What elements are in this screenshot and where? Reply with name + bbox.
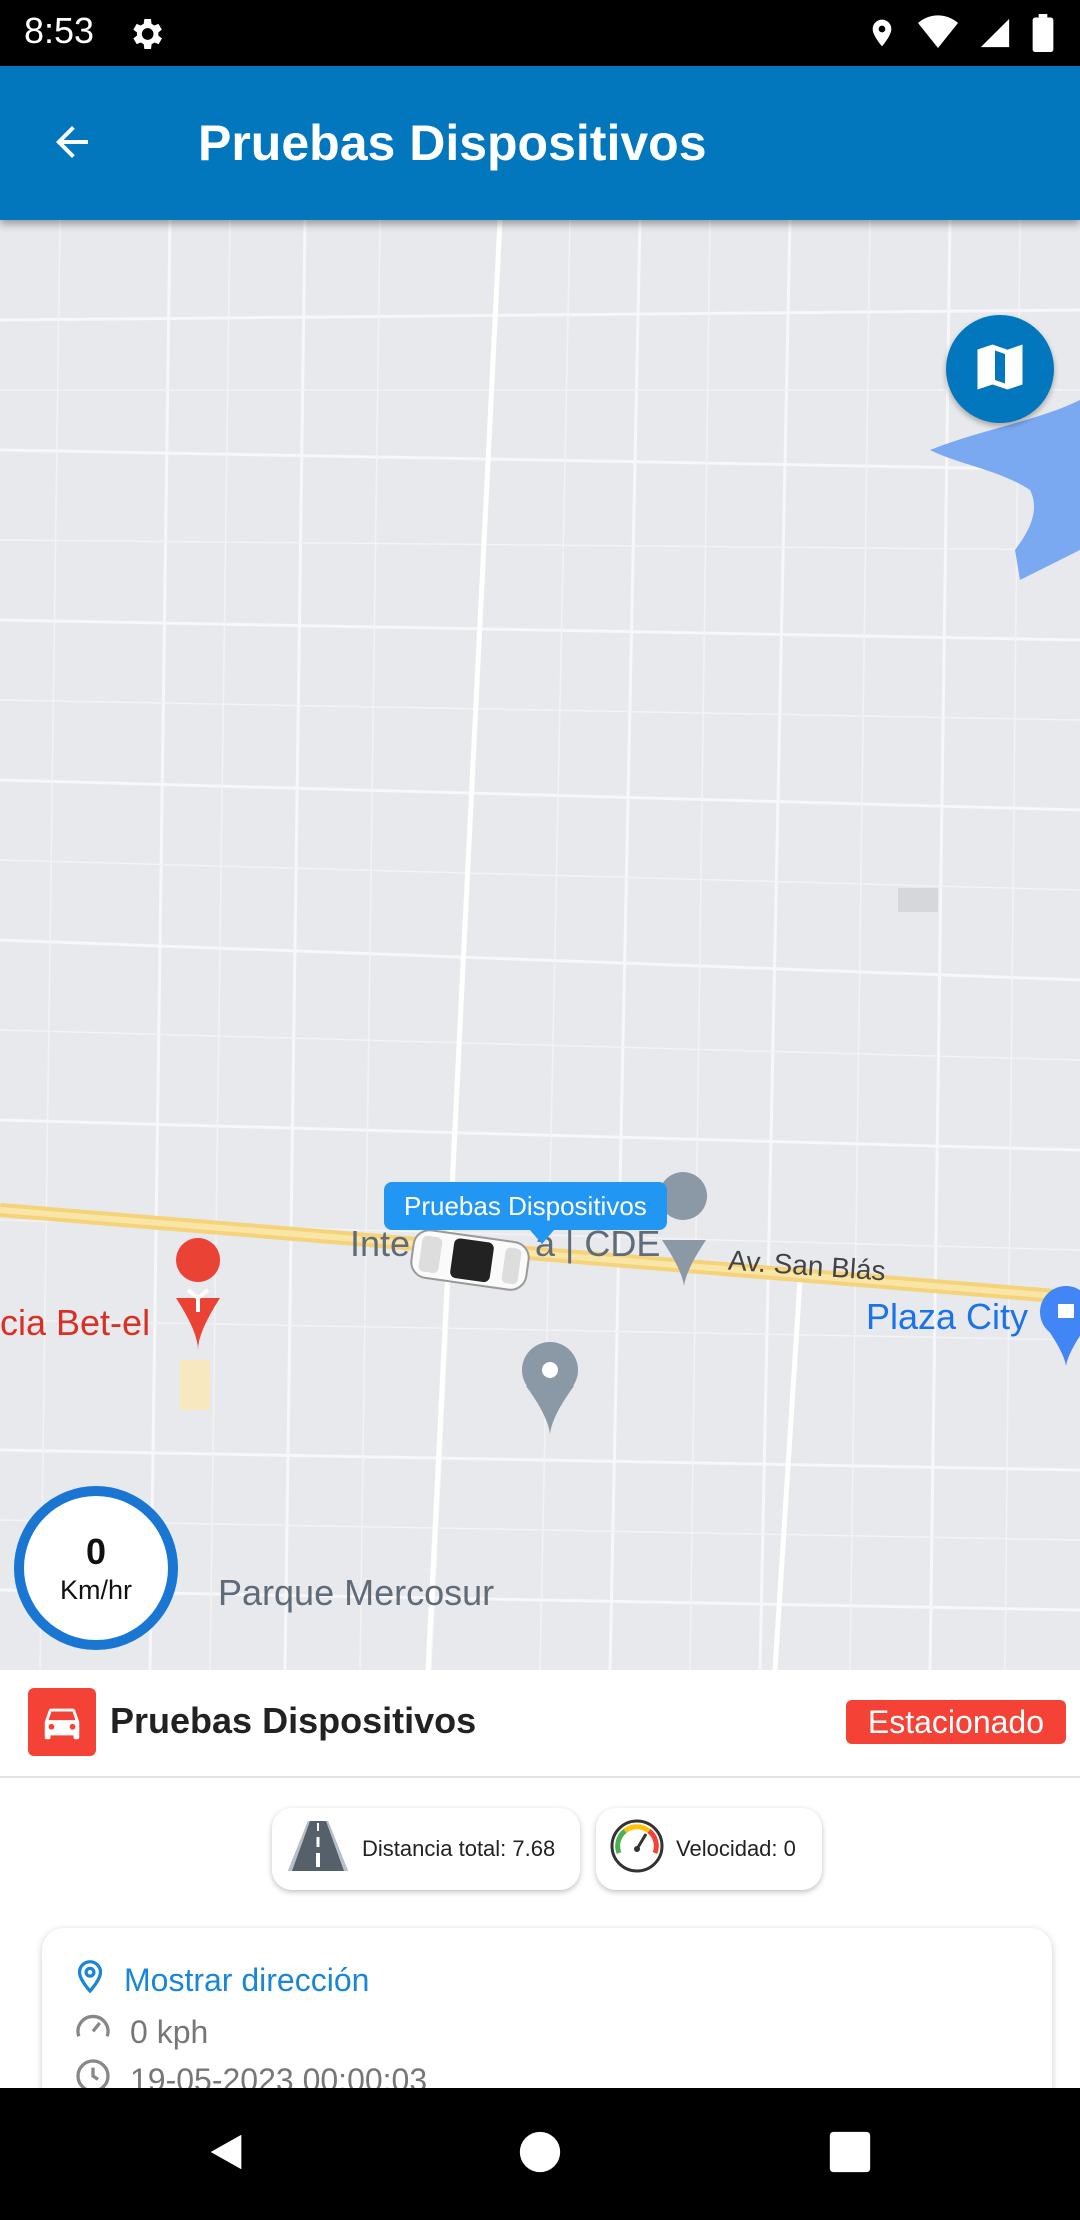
nav-back-button[interactable]	[198, 2126, 254, 2182]
battery-icon	[1032, 14, 1054, 57]
speed-row-value: 0 kph	[130, 2013, 209, 2050]
location-pin-icon	[72, 1956, 108, 2004]
speed-row: 0 kph	[72, 2008, 208, 2056]
nav-home-button[interactable]	[512, 2126, 568, 2182]
speed-value: 0	[85, 1530, 107, 1572]
map-label-bet-el: cia Bet-el	[0, 1302, 151, 1343]
vehicle-panel: Pruebas Dispositivos Estacionado Distanc…	[0, 1670, 1080, 2088]
stats-chips: Distancia total: 7.68 Velocidad: 0	[272, 1808, 822, 1890]
distance-chip[interactable]: Distancia total: 7.68	[272, 1808, 580, 1890]
show-address-label: Mostrar dirección	[124, 1961, 370, 1998]
app-bar: Pruebas Dispositivos	[0, 66, 1080, 220]
vehicle-panel-header[interactable]: Pruebas Dispositivos Estacionado	[0, 1670, 1080, 1778]
location-icon	[866, 14, 898, 57]
status-time: 8:53	[24, 10, 95, 51]
speed-gauge: 0 Km/hr	[14, 1486, 178, 1650]
speedometer-outline-icon	[72, 2008, 114, 2056]
signal-icon	[978, 16, 1012, 55]
wifi-icon	[918, 15, 958, 56]
gear-icon	[126, 14, 166, 54]
clock-icon	[72, 2056, 114, 2088]
speedometer-icon	[610, 1819, 664, 1879]
speed-chip[interactable]: Velocidad: 0	[596, 1808, 822, 1890]
timestamp-value: 19-05-2023 00:00:03	[130, 2061, 428, 2089]
map-label-parque-mercosur: Parque Mercosur	[218, 1572, 495, 1613]
page-title: Pruebas Dispositivos	[198, 115, 707, 171]
home-circle-icon	[518, 2130, 562, 2179]
map-view[interactable]: Inte a | CDE Av. San Blás cia Bet-el Pla…	[0, 220, 1080, 1670]
car-icon	[28, 1688, 96, 1756]
map-icon	[970, 337, 1030, 402]
map-background	[0, 220, 1080, 1670]
status-bar: 8:53	[0, 0, 1080, 66]
vehicle-tooltip[interactable]: Pruebas Dispositivos	[384, 1182, 667, 1244]
speed-unit: Km/hr	[59, 1574, 132, 1605]
distance-text: Distancia total: 7.68	[362, 1836, 556, 1861]
map-label-plaza-city: Plaza City	[866, 1296, 1029, 1337]
time-row: 19-05-2023 00:00:03	[72, 2056, 427, 2088]
map-type-button[interactable]	[946, 315, 1054, 423]
vehicle-name: Pruebas Dispositivos	[110, 1700, 477, 1741]
info-card: Mostrar dirección 0 kph 19-05-2023 00:00…	[42, 1928, 1052, 2088]
status-badge: Estacionado	[845, 1700, 1066, 1744]
back-button[interactable]	[40, 114, 104, 174]
system-nav-bar	[0, 2088, 1080, 2220]
speed-text: Velocidad: 0	[676, 1836, 796, 1861]
recents-square-icon	[828, 2130, 872, 2179]
arrow-back-icon	[48, 118, 96, 171]
nav-recents-button[interactable]	[822, 2126, 878, 2182]
show-address-link[interactable]: Mostrar dirección	[72, 1956, 369, 2004]
back-triangle-icon	[203, 2128, 249, 2181]
road-icon	[286, 1819, 350, 1879]
